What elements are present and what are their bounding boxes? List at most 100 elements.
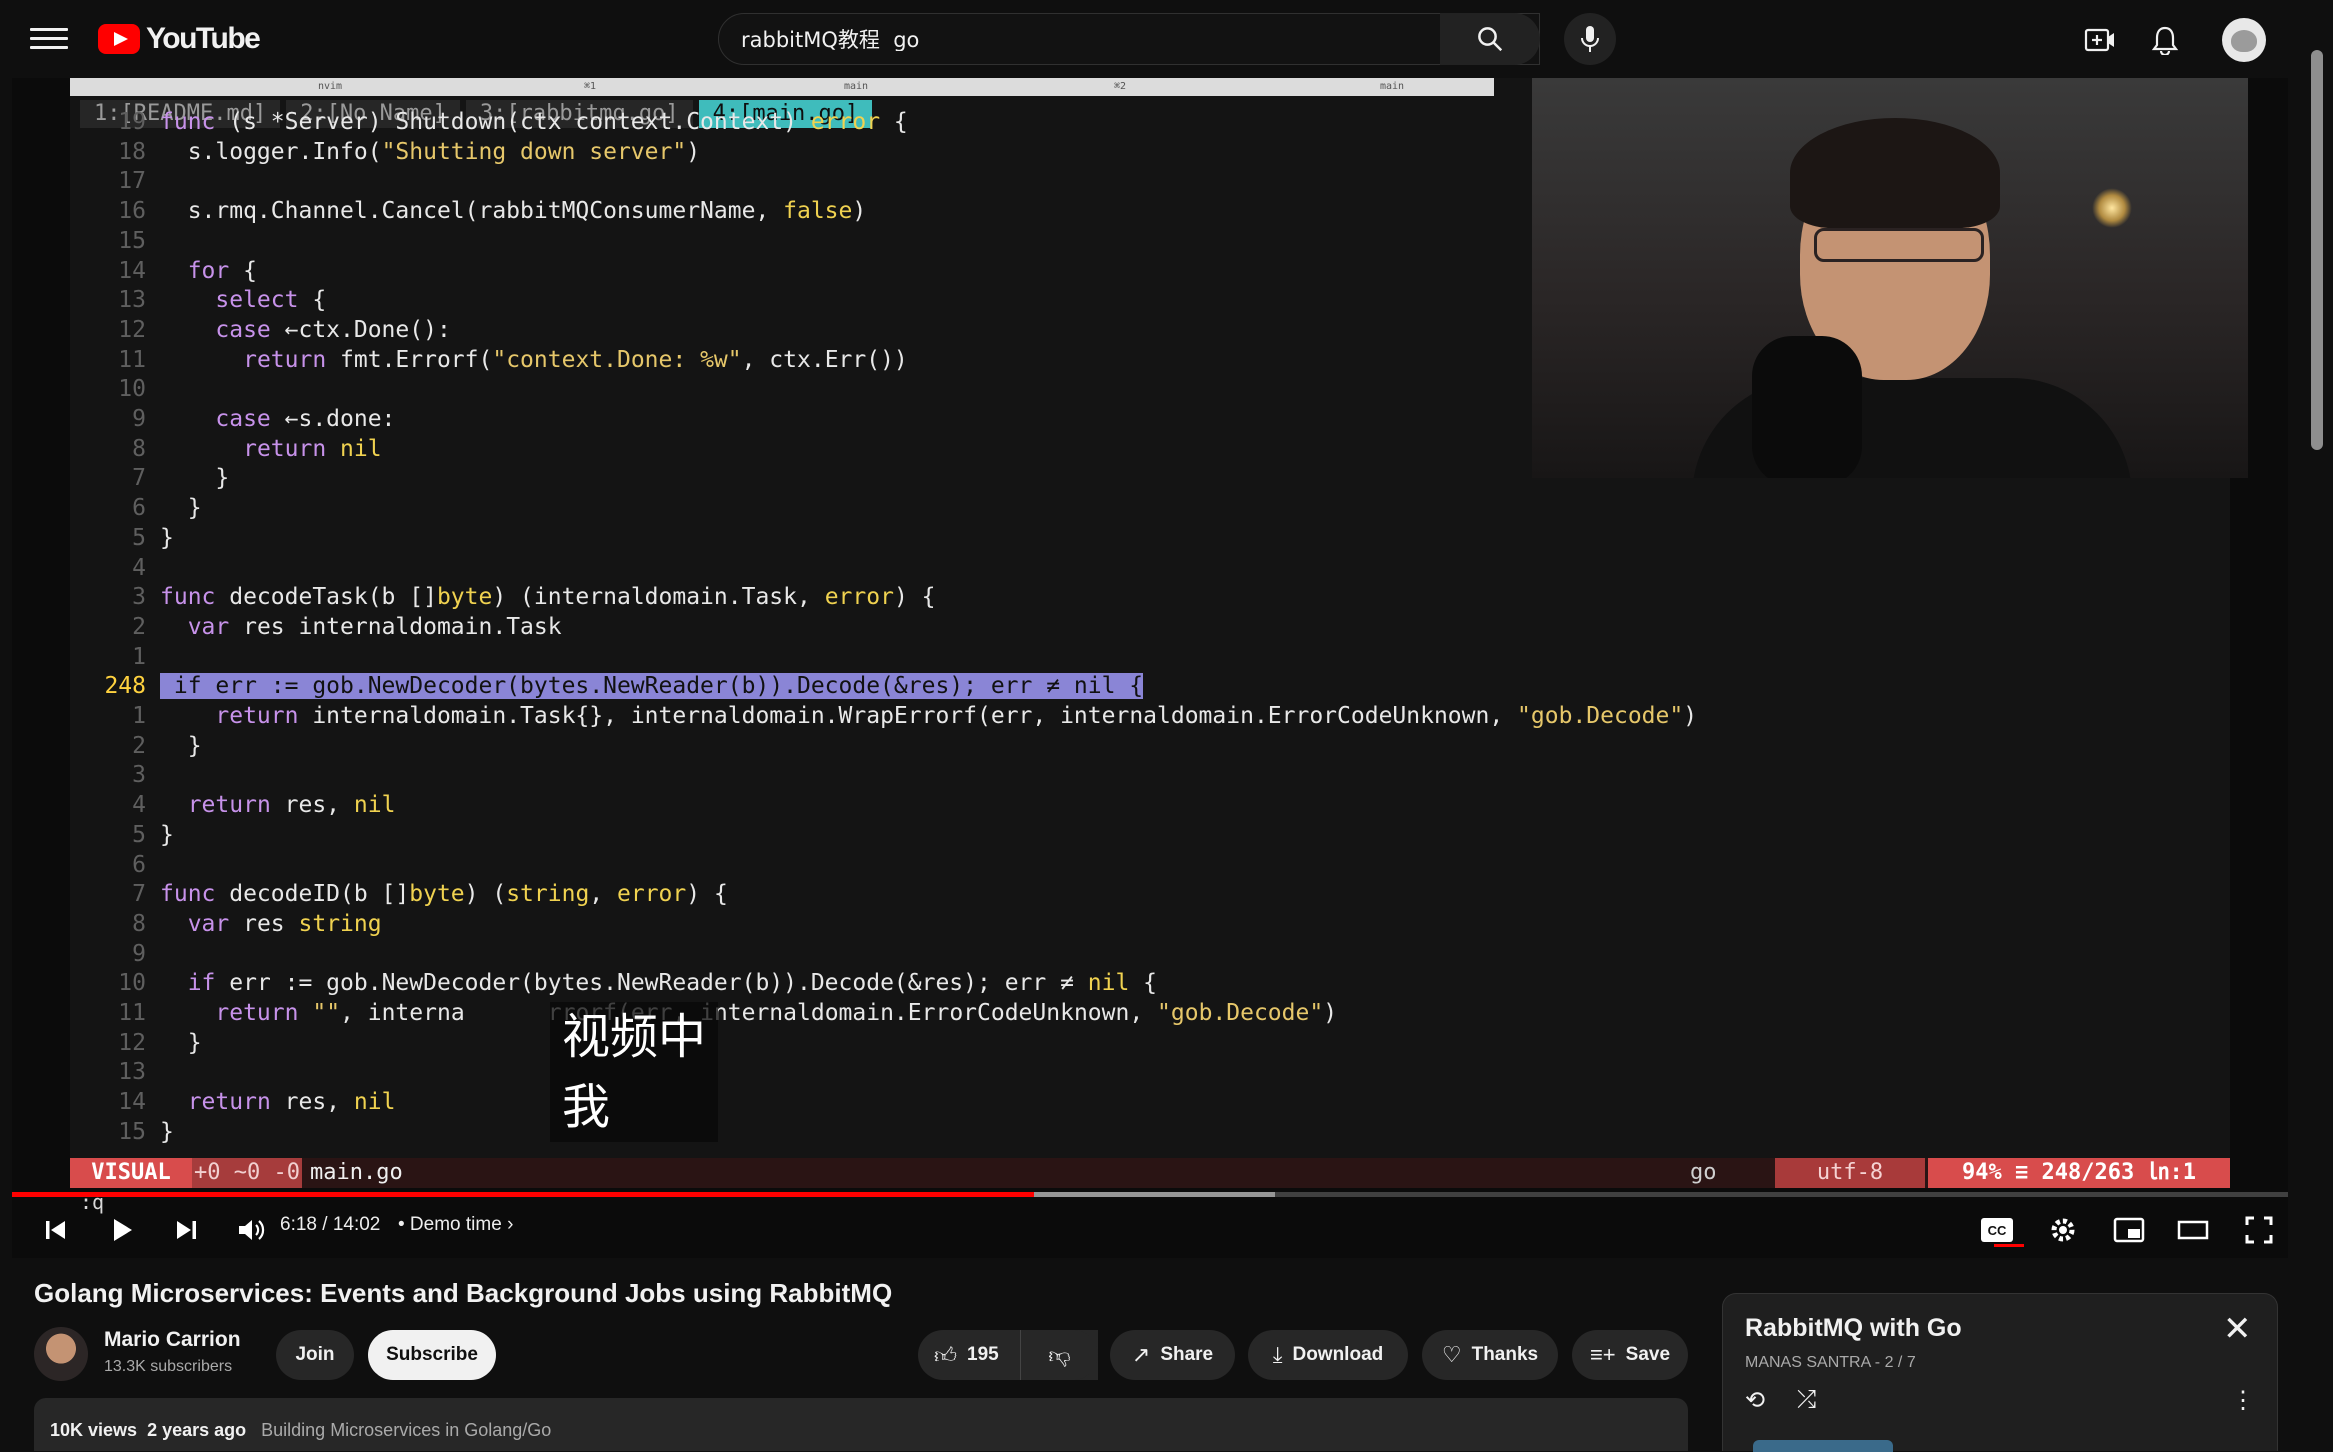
line-number: 2 [132, 732, 146, 759]
diff-stats: +0 ~0 -0 [192, 1158, 302, 1188]
code-text: if err := gob.NewDecoder(bytes.NewReader… [187, 970, 1158, 997]
line-number: 8 [132, 435, 146, 462]
chapter-button[interactable]: • Demo time › [398, 1214, 513, 1236]
line-number: 9 [132, 406, 146, 432]
dislike-button[interactable]: 👎︎ [1020, 1330, 1098, 1380]
more-options-icon[interactable]: ⋮ [2231, 1386, 2255, 1415]
line-number: 10 [118, 970, 146, 997]
line-number: 1 [132, 643, 146, 670]
avatar-icon[interactable] [2222, 18, 2266, 62]
subscribe-button[interactable]: Subscribe [368, 1330, 496, 1380]
line-number: 13 [118, 287, 146, 314]
download-button[interactable]: ⤓ Download [1248, 1330, 1408, 1380]
playlist-link[interactable]: Building Microservices in Golang/Go [261, 1420, 551, 1440]
play-button[interactable] [98, 1202, 146, 1258]
channel-name[interactable]: Mario Carrion [104, 1328, 241, 1352]
code-line: 2 var res internaldomain.Task [70, 613, 1970, 642]
playlist-title[interactable]: RabbitMQ with Go [1745, 1314, 1962, 1343]
code-line: 14 return res, nil [70, 1088, 1970, 1117]
join-button[interactable]: Join [276, 1330, 354, 1380]
thumbs-up-icon: 👍︎ [934, 1342, 957, 1368]
volume-icon [239, 1220, 265, 1240]
share-label: Share [1160, 1344, 1214, 1365]
bell-icon[interactable] [2145, 20, 2185, 60]
playlist-meta: MANAS SANTRA - 2 / 7 [1745, 1354, 1916, 1371]
line-number: 4 [132, 554, 146, 581]
search-box[interactable]: ✕ [718, 13, 1540, 65]
playlist-panel: RabbitMQ with Go MANAS SANTRA - 2 / 7 ✕ … [1722, 1293, 2278, 1452]
mic-button[interactable] [1564, 13, 1616, 65]
chapter-title: • Demo time [398, 1214, 502, 1235]
code-line: 11 return "", interna rrorf(err, interna… [70, 999, 1970, 1028]
volume-button[interactable] [226, 1202, 278, 1258]
presenter-hair [1790, 118, 2000, 228]
mic-icon [1581, 26, 1599, 52]
video-player[interactable]: nvim ⌘1 main ⌘2 main 1:[README.md] 2:[No … [12, 78, 2288, 1258]
webcam-overlay [1532, 78, 2248, 478]
status-filetype: go [1690, 1160, 1717, 1185]
thanks-icon: ♡ [1441, 1342, 1462, 1367]
next-button[interactable] [162, 1202, 210, 1258]
fullscreen-button[interactable] [2234, 1202, 2284, 1258]
miniplayer-button[interactable] [2104, 1202, 2154, 1258]
theater-button[interactable] [2168, 1202, 2218, 1258]
code-text: return nil [243, 435, 382, 462]
progress-bar[interactable] [12, 1192, 2288, 1197]
settings-icon [2051, 1218, 2075, 1242]
settings-button[interactable] [2038, 1202, 2088, 1258]
captions-active-indicator [1994, 1244, 2024, 1247]
code-text: func decodeID(b []byte) (string, error) … [160, 881, 728, 908]
progress-played [12, 1192, 1034, 1197]
youtube-logo-icon [98, 24, 140, 54]
next-icon [177, 1221, 196, 1239]
code-line: 4 [70, 554, 1970, 583]
line-number: 6 [132, 495, 146, 522]
play-icon [114, 1219, 132, 1241]
code-text: return res, nil [187, 792, 396, 819]
captions-button[interactable]: CC [1972, 1202, 2022, 1258]
channel-avatar[interactable] [34, 1327, 88, 1381]
line-number: 7 [132, 881, 146, 908]
nvim-editor: nvim ⌘1 main ⌘2 main 1:[README.md] 2:[No … [70, 78, 2248, 1188]
playlist-thumbnail[interactable] [1753, 1440, 1893, 1452]
tmux-marker-1: ⌘1 [584, 81, 597, 92]
code-line: 6 } [70, 494, 1970, 523]
page-scrollbar[interactable] [2311, 50, 2323, 450]
close-icon[interactable]: ✕ [2223, 1312, 2252, 1346]
share-icon: ↗ [1131, 1342, 1151, 1367]
loop-icon[interactable]: ⟲ [1745, 1386, 1765, 1415]
code-text: } [160, 732, 202, 759]
code-line: 8 var res string [70, 910, 1970, 939]
code-text: s.rmq.Channel.Cancel(rabbitMQConsumerNam… [160, 198, 867, 225]
code-line: 4 return res, nil [70, 791, 1970, 820]
description-box[interactable]: 10K views 2 years ago Building Microservi… [34, 1398, 1688, 1451]
search-button[interactable] [1440, 13, 1540, 65]
line-number: 10 [118, 376, 146, 403]
previous-button[interactable] [32, 1202, 80, 1258]
save-button[interactable]: ≡+ Save [1572, 1330, 1688, 1380]
code-text: var res internaldomain.Task [187, 613, 562, 640]
code-line: 15} [70, 1118, 1970, 1147]
line-number: 4 [132, 792, 146, 819]
create-icon[interactable] [2080, 20, 2120, 60]
line-number: 8 [132, 910, 146, 937]
tmux-label-main: main [844, 81, 869, 92]
menu-icon[interactable] [30, 22, 68, 56]
save-icon: ≡+ [1589, 1342, 1616, 1367]
share-button[interactable]: ↗ Share [1110, 1330, 1235, 1380]
search-input[interactable] [741, 27, 1391, 51]
code-text: case ←ctx.Done(): [215, 316, 451, 343]
presenter-microphone [1752, 336, 1862, 478]
thanks-button[interactable]: ♡ Thanks [1422, 1330, 1558, 1380]
line-number: 3 [132, 584, 146, 611]
code-line: 6 [70, 851, 1970, 880]
presenter-glasses [1814, 228, 1984, 262]
code-line: 3 func decodeTask(b []byte) (internaldoma… [70, 583, 1970, 612]
youtube-logo[interactable]: YouTube [98, 22, 261, 56]
code-line: 1 return internaldomain.Task{}, internal… [70, 702, 1970, 731]
line-number: 1 [132, 703, 146, 729]
shuffle-icon[interactable]: ⤮ [1797, 1386, 1816, 1414]
previous-icon [46, 1221, 65, 1239]
code-text: return fmt.Errorf("context.Done: %w", ct… [243, 346, 908, 373]
svg-text:CC: CC [1988, 1223, 2007, 1238]
